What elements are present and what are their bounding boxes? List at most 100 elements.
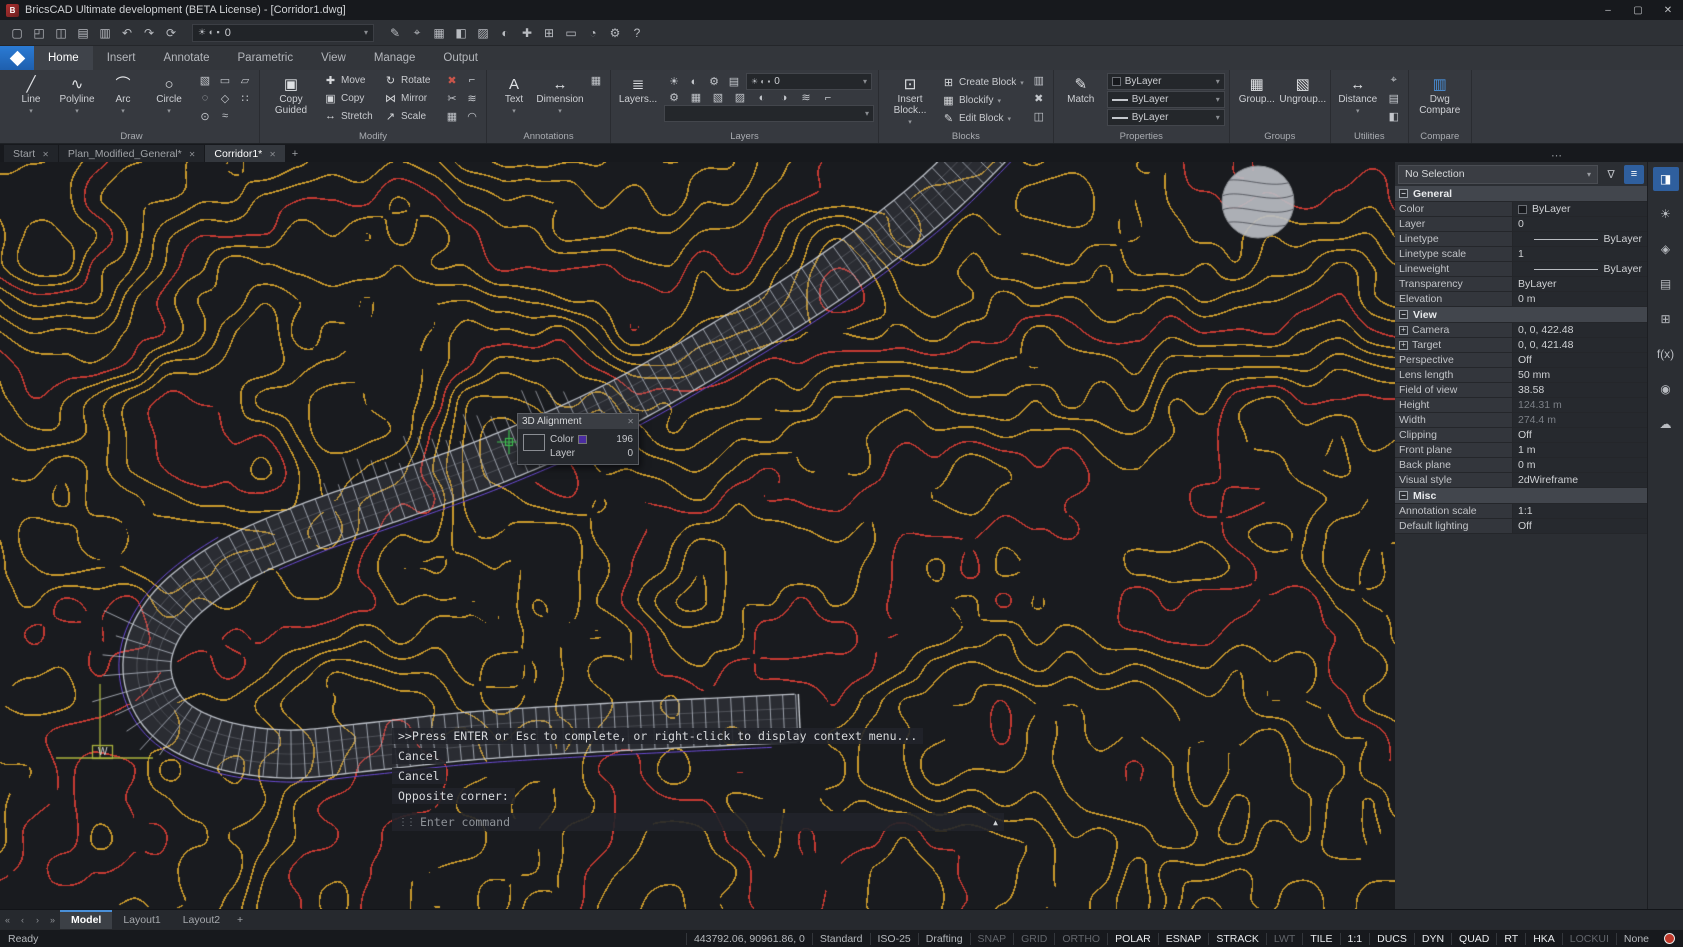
entity-property-dropdown[interactable]: ByLayer [1107,109,1225,126]
prop-section-misc[interactable]: Misc [1395,488,1647,504]
status-toggle[interactable]: LOCKUI [1562,933,1616,945]
close-tab-icon[interactable] [189,148,196,160]
layout-tab[interactable]: Model [60,910,112,929]
prop-value-layer[interactable]: 0 [1513,217,1647,231]
draw-extra-icon[interactable]: ▱ [235,71,255,89]
prop-value-annotation-scale[interactable]: 1:1 [1513,504,1647,518]
block-extra-icon[interactable]: ✖ [1029,89,1049,107]
prop-section-general[interactable]: General [1395,186,1647,202]
select-similar-icon[interactable]: ≡ [1624,165,1644,184]
layout-tab[interactable]: Layout1 [112,910,171,929]
prop-value-default-lighting[interactable]: Off [1513,519,1647,533]
plot-preview-icon[interactable]: ▥ [94,23,116,43]
cloud-panel-icon[interactable]: ☁ [1653,412,1679,436]
layers-panel-icon[interactable]: ▤ [1653,272,1679,296]
application-button[interactable] [0,46,34,70]
prop-value-perspective[interactable]: Off [1513,353,1647,367]
mechanical-browser-icon[interactable]: ◉ [1653,377,1679,401]
collapse-icon[interactable] [1399,491,1408,500]
status-toggle[interactable]: ORTHO [1054,933,1107,945]
annotation-tool-button[interactable]: A Text [491,71,537,128]
status-toggle[interactable]: ISO-25 [870,933,918,945]
layer-tool-icon[interactable]: ▤ [724,75,744,88]
block-extra-icon[interactable]: ▥ [1029,71,1049,89]
layer-tool-icon[interactable]: ▨ [730,91,750,104]
close-button[interactable]: ✕ [1653,0,1683,20]
draw-tool-button[interactable]: ∿ Polyline [54,71,100,128]
collapse-icon[interactable] [1399,310,1408,319]
block-tool-button[interactable]: ⊞ Create Block [940,73,1026,91]
redo-icon[interactable]: ↷ [138,23,160,43]
open-file-icon[interactable]: ◰ [28,23,50,43]
utility-icon[interactable]: ◧ [1384,107,1404,125]
layout-nav-icon[interactable]: › [30,910,45,929]
status-toggle[interactable]: Drafting [918,933,970,945]
draw-tool-button[interactable]: ╱ Line [8,71,54,128]
prop-value-visual-style[interactable]: 2dWireframe [1513,473,1647,487]
prop-value-height[interactable]: 124.31 m [1513,398,1647,412]
status-toggle[interactable]: LWT [1266,933,1302,945]
layer-tool-icon[interactable]: ▧ [708,91,728,104]
ribbon-tab[interactable]: View [307,46,360,70]
prop-value-back-plane[interactable]: 0 m [1513,458,1647,472]
ribbon-tab[interactable]: Annotate [149,46,223,70]
entity-property-dropdown[interactable]: ByLayer [1107,73,1225,90]
ribbon-tab[interactable]: Manage [360,46,430,70]
status-toggle[interactable]: DYN [1414,933,1451,945]
draw-extra-icon[interactable]: ⊙ [195,107,215,125]
draw-extra-icon[interactable]: ◇ [215,89,235,107]
layer-tool-icon[interactable]: ◐ [752,92,772,104]
properties-panel-icon[interactable]: ◨ [1653,167,1679,191]
status-toggle[interactable]: RT [1496,933,1525,945]
modify-tool-button[interactable]: ▣ Copy [321,89,379,107]
layout-nav-icon[interactable]: ‹ [15,910,30,929]
brush-icon[interactable]: ✎ [384,23,406,43]
new-file-icon[interactable]: ▢ [6,23,28,43]
expand-icon[interactable] [1399,341,1408,350]
ribbon-tab[interactable]: Parametric [224,46,308,70]
document-tab[interactable]: Corridor1* [205,145,285,162]
status-toggle[interactable]: 1:1 [1340,933,1370,945]
expand-history-icon[interactable]: ▲ [993,818,998,827]
layer-tool-icon[interactable]: ≋ [796,91,816,104]
layout-tab[interactable]: Layout2 [172,910,231,929]
structure-panel-icon[interactable]: ◈ [1653,237,1679,261]
layer-state-dropdown[interactable] [664,105,874,122]
status-toggle[interactable]: HKA [1525,933,1562,945]
modify-tool-button[interactable]: ✚ Move [321,71,379,89]
save-icon[interactable]: ◫ [50,23,72,43]
grid-icon[interactable]: ▦ [428,23,450,43]
command-input[interactable] [420,815,987,829]
left-panel-icon[interactable]: ◧ [450,23,472,43]
coordinates-readout[interactable]: 443792.06, 90961.86, 0 [686,933,812,945]
status-toggle[interactable]: ESNAP [1158,933,1209,945]
status-toggle[interactable]: None [1616,933,1656,945]
status-toggle[interactable]: SNAP [970,933,1014,945]
ribbon-tab[interactable]: Home [34,46,93,70]
block-tool-button[interactable]: ✎ Edit Block [940,109,1026,127]
draw-extra-icon[interactable]: ∷ [235,89,255,107]
modify-extra-icon[interactable]: ▦ [442,107,462,125]
document-tab[interactable]: Plan_Modified_General* [59,145,205,162]
add-icon[interactable]: ✚ [516,23,538,43]
status-toggle[interactable]: DUCS [1369,933,1414,945]
annotation-extra-icon[interactable]: ▦ [586,71,606,89]
table-icon[interactable]: ⊞ [538,23,560,43]
command-input-bar[interactable]: ⋮⋮ ▲ [392,813,1004,831]
prop-value-linetype-scale[interactable]: 1 [1513,247,1647,261]
hatch-icon[interactable]: ▨ [472,23,494,43]
viewport-icon[interactable]: ▭ [560,23,582,43]
modify-tool-button[interactable]: ↻ Rotate [381,71,439,89]
regen-icon[interactable]: ⟳ [160,23,182,43]
prop-value-lens-length[interactable]: 50 mm [1513,368,1647,382]
group-tool-button[interactable]: ▧ Ungroup... [1280,71,1326,128]
prop-value-width[interactable]: 274.4 m [1513,413,1647,427]
close-tab-icon[interactable] [269,148,276,160]
ribbon-tab[interactable]: Insert [93,46,150,70]
close-tab-icon[interactable] [42,148,49,160]
pick-target-icon[interactable]: ⌖ [406,23,428,43]
prop-value-transparency[interactable]: ByLayer [1513,277,1647,291]
modify-tool-button[interactable]: ↔ Stretch [321,107,379,125]
drawing-viewport[interactable]: 3D Alignment Color 196 Layer 0 [0,162,1395,909]
current-layer-dropdown[interactable]: ☀ ◐ ▪ 0 [746,73,872,90]
